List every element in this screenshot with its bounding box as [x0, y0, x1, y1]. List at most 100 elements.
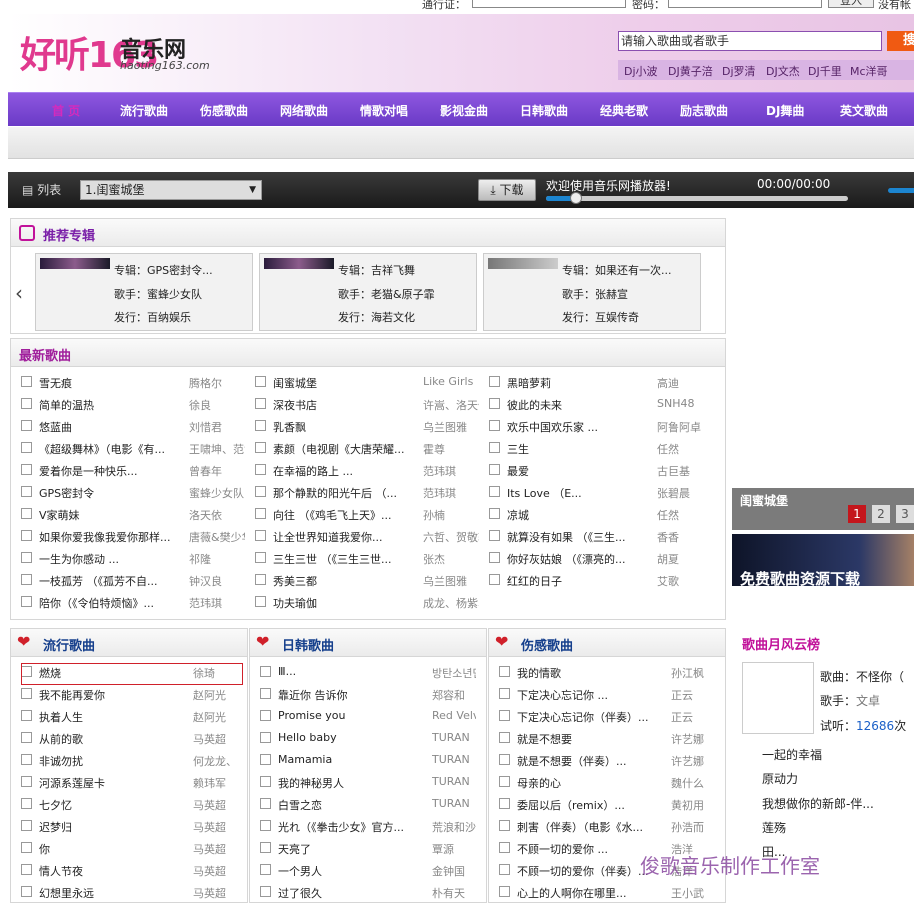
song-artist[interactable]: 乌兰图雅 — [423, 573, 479, 589]
song-title[interactable]: 情人节夜 — [39, 863, 189, 879]
user-field[interactable] — [472, 0, 626, 8]
song-row[interactable]: 乳香飘 乌兰图雅 — [255, 416, 479, 438]
song-artist[interactable]: 魏什么 — [671, 775, 715, 791]
song-checkbox[interactable] — [499, 864, 510, 875]
song-checkbox[interactable] — [499, 666, 510, 677]
song-title[interactable]: 在幸福的路上 ... — [273, 463, 431, 479]
song-title[interactable]: 委屈以后（remix）... — [517, 797, 667, 813]
singer-name[interactable]: 张赫宣 — [595, 288, 628, 301]
song-artist[interactable]: 孙江枫 — [671, 665, 715, 681]
song-title[interactable]: 《超级舞林》（电影《有... — [39, 441, 197, 457]
song-checkbox[interactable] — [260, 842, 271, 853]
song-artist[interactable]: 金钟国 — [432, 863, 476, 879]
song-artist[interactable]: 徐良 — [189, 397, 245, 413]
song-title[interactable]: 爱着你是一种快乐... — [39, 463, 197, 479]
nav-item[interactable]: 经典老歌 — [600, 102, 648, 119]
song-checkbox[interactable] — [499, 842, 510, 853]
song-row[interactable]: 那个静默的阳光午后 （... 范玮琪 — [255, 482, 479, 504]
page-3[interactable]: 3 — [896, 505, 914, 523]
login-button[interactable]: 登入 — [828, 0, 874, 8]
song-title[interactable]: 向往 （《鸡毛飞上天》... — [273, 507, 431, 523]
song-artist[interactable]: 香香 — [657, 529, 713, 545]
song-checkbox[interactable] — [21, 376, 32, 387]
song-artist[interactable]: 胡夏 — [657, 551, 713, 567]
song-title[interactable]: 陪你（《令伯特烦恼》... — [39, 595, 197, 611]
dj-link[interactable]: Dj小波 — [624, 63, 658, 79]
ranking-item[interactable]: 我想做你的新郎-伴... — [762, 795, 874, 812]
song-checkbox[interactable] — [260, 776, 271, 787]
song-title[interactable]: 下定决心忘记你（伴奏）... — [517, 709, 667, 725]
song-artist[interactable]: 赖玮军 — [193, 775, 237, 791]
album-name[interactable]: 如果还有一次... — [595, 264, 672, 277]
song-title[interactable]: 白雪之恋 — [278, 797, 428, 813]
song-row[interactable]: V家萌妹 洛天依 — [21, 504, 245, 526]
song-checkbox[interactable] — [489, 552, 500, 563]
song-title[interactable]: 我的神秘男人 — [278, 775, 428, 791]
song-artist[interactable]: 祁隆 — [189, 551, 245, 567]
song-artist[interactable]: 黄初用 — [671, 797, 715, 813]
song-title[interactable]: 深夜书店 — [273, 397, 431, 413]
song-row[interactable]: 如果你爱我像我爱你那样...唐薇&樊少华 — [21, 526, 245, 548]
song-checkbox[interactable] — [21, 596, 32, 607]
song-checkbox[interactable] — [21, 420, 32, 431]
song-checkbox[interactable] — [260, 886, 271, 897]
dj-link[interactable]: DJ千里 — [808, 63, 842, 79]
song-row[interactable]: 就算没有如果 （《三生... 香香 — [489, 526, 713, 548]
song-checkbox[interactable] — [499, 886, 510, 897]
song-row[interactable]: 在幸福的路上 ... 范玮琪 — [255, 460, 479, 482]
song-title[interactable]: 让全世界知道我爱你... — [273, 529, 431, 545]
album-thumb[interactable] — [488, 258, 558, 269]
song-row[interactable]: 白雪之恋 TURAN — [260, 794, 476, 816]
song-checkbox[interactable] — [255, 596, 266, 607]
song-row[interactable]: 我的情歌 孙江枫 — [499, 662, 715, 684]
song-row[interactable]: Mamamia TURAN — [260, 750, 476, 772]
song-title[interactable]: 那个静默的阳光午后 （... — [273, 485, 431, 501]
song-title[interactable]: 凉城 — [507, 507, 665, 523]
song-title[interactable]: 简单的温热 — [39, 397, 197, 413]
song-artist[interactable]: 许嵩、洛天依 — [423, 397, 479, 413]
song-checkbox[interactable] — [499, 688, 510, 699]
song-row[interactable]: 委屈以后（remix）... 黄初用 — [499, 794, 715, 816]
album-name[interactable]: GPS密封令... — [147, 264, 213, 277]
song-artist[interactable]: 洛天依 — [189, 507, 245, 523]
song-title[interactable]: Promise you — [278, 709, 428, 722]
song-title[interactable]: 执着人生 — [39, 709, 189, 725]
song-checkbox[interactable] — [255, 376, 266, 387]
nav-item[interactable]: DJ舞曲 — [766, 102, 804, 119]
song-title[interactable]: 就是不想要 — [517, 731, 667, 747]
song-title[interactable]: 如果你爱我像我爱你那样... — [39, 529, 197, 545]
song-row[interactable]: 刺害（伴奏）（电影《水... 孙浩而 — [499, 816, 715, 838]
song-title[interactable]: 七夕忆 — [39, 797, 189, 813]
song-artist[interactable]: 高迪 — [657, 375, 713, 391]
song-title[interactable]: 过了很久 — [278, 885, 428, 901]
song-row[interactable]: 让全世界知道我爱你...六哲、贺敬轩 — [255, 526, 479, 548]
song-checkbox[interactable] — [499, 732, 510, 743]
song-checkbox[interactable] — [499, 710, 510, 721]
song-title[interactable]: Mamamia — [278, 753, 428, 766]
prev-arrow-icon[interactable]: ‹ — [15, 281, 23, 305]
song-artist[interactable]: 王小武 — [671, 885, 715, 901]
song-artist[interactable]: Like Girls — [423, 375, 479, 388]
song-row[interactable]: 我的神秘男人 TURAN — [260, 772, 476, 794]
song-title[interactable]: GPS密封令 — [39, 485, 197, 501]
song-title[interactable]: 我不能再爱你 — [39, 687, 189, 703]
song-title[interactable]: 心上的人啊你在哪里... — [517, 885, 667, 901]
song-row[interactable]: 深夜书店许嵩、洛天依 — [255, 394, 479, 416]
download-button[interactable]: ⤓ 下载 — [478, 179, 536, 201]
singer-name[interactable]: 老猫&原子霏 — [371, 288, 435, 301]
song-artist[interactable]: 曾春年 — [189, 463, 245, 479]
song-title[interactable]: 彼此的未来 — [507, 397, 665, 413]
dj-link[interactable]: DJ文杰 — [766, 63, 800, 79]
song-artist[interactable]: 赵阿光 — [193, 687, 237, 703]
dj-link[interactable]: Dj罗清 — [722, 63, 756, 79]
song-row[interactable]: 执着人生 赵阿光 — [21, 706, 237, 728]
song-artist[interactable]: Red Velvet — [432, 709, 476, 722]
song-checkbox[interactable] — [489, 508, 500, 519]
song-title[interactable]: 最爱 — [507, 463, 665, 479]
song-checkbox[interactable] — [21, 886, 32, 897]
song-title[interactable]: 母亲的心 — [517, 775, 667, 791]
album-thumb[interactable] — [40, 258, 110, 269]
song-artist[interactable]: 钟汉良 — [189, 573, 245, 589]
song-artist[interactable]: 马英超 — [193, 863, 237, 879]
song-row[interactable]: 功夫瑜伽成龙、杨紫、张一山 — [255, 592, 479, 614]
